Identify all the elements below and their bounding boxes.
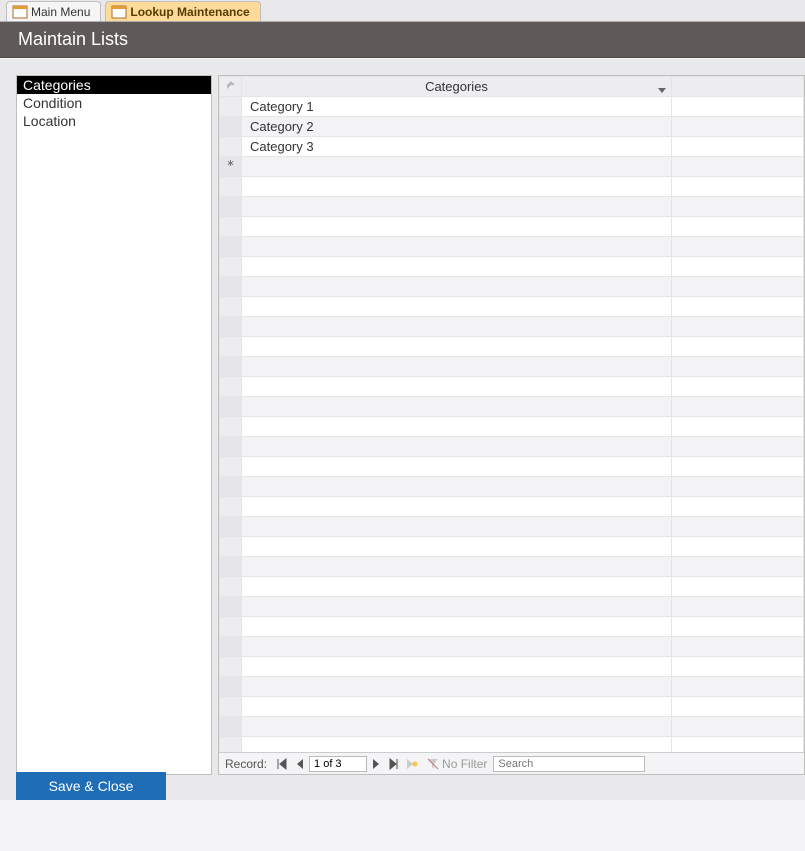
save-and-close-button[interactable]: Save & Close — [16, 772, 166, 800]
table-row[interactable]: Category 1 — [220, 97, 804, 117]
nav-last-button[interactable] — [385, 755, 403, 773]
new-record-marker: * — [220, 157, 242, 177]
tab-lookup-maintenance[interactable]: Lookup Maintenance — [105, 1, 260, 21]
nav-new-button[interactable] — [403, 755, 421, 773]
tab-main-menu[interactable]: Main Menu — [6, 1, 101, 21]
search-input[interactable] — [493, 756, 645, 772]
list-box[interactable]: Categories Condition Location — [16, 75, 212, 775]
new-record-row[interactable]: * — [220, 157, 804, 177]
listbox-item-condition[interactable]: Condition — [17, 94, 211, 112]
nav-prev-button[interactable] — [291, 755, 309, 773]
tab-label: Lookup Maintenance — [130, 5, 249, 19]
table-row[interactable]: Category 3 — [220, 137, 804, 157]
record-position-input[interactable] — [309, 756, 367, 772]
nav-first-button[interactable] — [273, 755, 291, 773]
title-bar: Maintain Lists — [0, 22, 805, 58]
tab-label: Main Menu — [31, 5, 90, 19]
row-selector[interactable] — [220, 117, 242, 137]
record-label: Record: — [219, 757, 273, 771]
datasheet-table: Categories Category 1 — [219, 76, 804, 752]
record-navigator: Record: No Filter — [219, 752, 804, 774]
select-all-cell[interactable] — [220, 77, 242, 97]
column-header-categories[interactable]: Categories — [242, 77, 672, 97]
table-row[interactable]: Category 2 — [220, 117, 804, 137]
row-selector[interactable] — [220, 137, 242, 157]
datasheet: Categories Category 1 — [218, 75, 805, 775]
panels: Categories Condition Location Categories — [16, 75, 805, 775]
column-dropdown-icon[interactable] — [657, 82, 667, 92]
nav-next-button[interactable] — [367, 755, 385, 773]
form-icon — [112, 6, 126, 18]
listbox-item-categories[interactable]: Categories — [17, 76, 211, 94]
cell[interactable] — [242, 157, 672, 177]
datasheet-body[interactable]: Categories Category 1 — [219, 76, 804, 752]
listbox-item-location[interactable]: Location — [17, 112, 211, 130]
filter-indicator[interactable]: No Filter — [427, 757, 487, 771]
column-spacer — [672, 77, 804, 97]
workspace: Categories Condition Location Categories — [0, 58, 805, 800]
funnel-icon — [427, 758, 439, 770]
row-selector[interactable] — [220, 97, 242, 117]
form-icon — [13, 6, 27, 18]
page-title: Maintain Lists — [18, 29, 128, 50]
tab-strip: Main Menu Lookup Maintenance — [0, 0, 805, 22]
cell[interactable]: Category 3 — [242, 137, 672, 157]
cell[interactable]: Category 2 — [242, 117, 672, 137]
cell[interactable]: Category 1 — [242, 97, 672, 117]
header-row: Categories — [220, 77, 804, 97]
